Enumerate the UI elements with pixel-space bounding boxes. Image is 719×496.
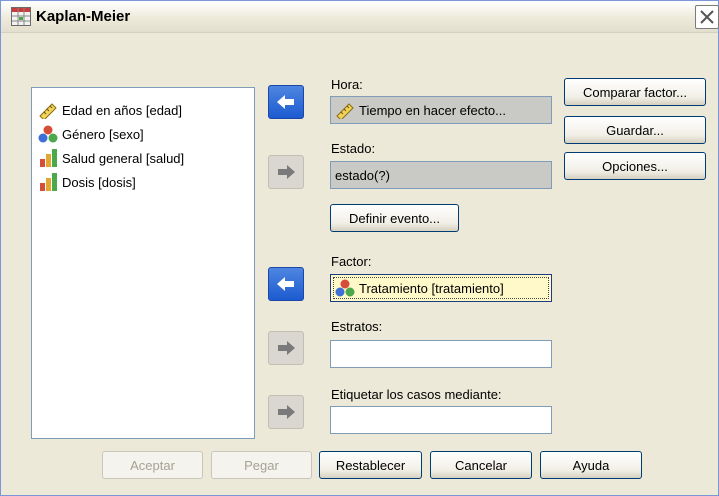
estado-label: Estado: (331, 141, 376, 156)
list-item-label: Género [sexo] (62, 126, 144, 142)
comparar-factor-button[interactable]: Comparar factor... (564, 78, 706, 106)
guardar-label: Guardar... (606, 122, 664, 138)
arrow-left-icon (277, 277, 294, 291)
estado-value: estado(?) (335, 167, 390, 183)
aceptar-button[interactable]: Aceptar (102, 451, 203, 479)
opciones-button[interactable]: Opciones... (564, 152, 706, 180)
move-to-factor-button[interactable] (268, 267, 304, 301)
arrow-left-icon (277, 95, 294, 109)
ruler-scale-icon (39, 103, 57, 119)
list-item[interactable]: Dosis [dosis] (38, 172, 136, 192)
opciones-label: Opciones... (602, 158, 668, 174)
guardar-button[interactable]: Guardar... (564, 116, 706, 144)
move-to-etiquetar-button[interactable] (268, 395, 304, 429)
move-to-estado-button[interactable] (268, 155, 304, 189)
ayuda-label: Ayuda (572, 457, 610, 473)
hora-value: Tiempo en hacer efecto... (359, 102, 506, 118)
nominal-circles-icon (38, 125, 58, 143)
ruler-scale-icon (336, 103, 354, 119)
list-item-label: Dosis [dosis] (62, 174, 136, 190)
estratos-field[interactable] (330, 340, 552, 368)
factor-field[interactable]: Tratamiento [tratamiento] (330, 274, 552, 302)
arrow-right-icon (278, 165, 295, 179)
list-item[interactable]: Salud general [salud] (38, 148, 184, 168)
window-title: Kaplan-Meier (36, 8, 131, 25)
nominal-circles-icon (335, 279, 355, 297)
list-item[interactable]: Género [sexo] (38, 124, 144, 144)
definir-evento-button[interactable]: Definir evento... (330, 204, 459, 232)
definir-evento-label: Definir evento... (348, 210, 441, 226)
factor-value: Tratamiento [tratamiento] (359, 280, 504, 296)
kaplan-meier-dialog: Kaplan-Meier Edad en años [edad] Género … (0, 0, 719, 496)
pegar-label: Pegar (244, 457, 279, 473)
pegar-button[interactable]: Pegar (211, 451, 312, 479)
arrow-right-icon (278, 405, 295, 419)
move-to-hora-button[interactable] (268, 85, 304, 119)
close-icon (700, 10, 714, 24)
close-button[interactable] (695, 5, 719, 29)
factor-label: Factor: (331, 254, 372, 269)
ordinal-bars-icon (40, 149, 57, 167)
data-grid-icon (11, 7, 31, 26)
list-item-label: Salud general [salud] (62, 150, 185, 166)
aceptar-label: Aceptar (130, 457, 175, 473)
move-to-estratos-button[interactable] (268, 331, 304, 365)
list-item-label: Edad en años [edad] (62, 102, 182, 118)
list-item[interactable]: Edad en años [edad] (38, 100, 182, 120)
hora-field[interactable]: Tiempo en hacer efecto... (330, 96, 552, 124)
cancelar-label: Cancelar (454, 457, 508, 473)
comparar-factor-label: Comparar factor... (582, 84, 688, 100)
restablecer-label: Restablecer (335, 457, 406, 473)
ayuda-button[interactable]: Ayuda (540, 451, 642, 479)
etiquetar-label: Etiquetar los casos mediante: (331, 387, 502, 402)
etiquetar-field[interactable] (330, 406, 552, 434)
estratos-label: Estratos: (331, 319, 383, 334)
hora-label: Hora: (331, 77, 363, 92)
estado-field[interactable]: estado(?) (330, 161, 552, 189)
title-bar[interactable]: Kaplan-Meier (1, 1, 719, 33)
variable-list[interactable]: Edad en años [edad] Género [sexo] Salud … (31, 87, 255, 439)
restablecer-button[interactable]: Restablecer (319, 451, 422, 479)
ordinal-bars-icon (40, 173, 57, 191)
arrow-right-icon (278, 341, 295, 355)
cancelar-button[interactable]: Cancelar (430, 451, 532, 479)
